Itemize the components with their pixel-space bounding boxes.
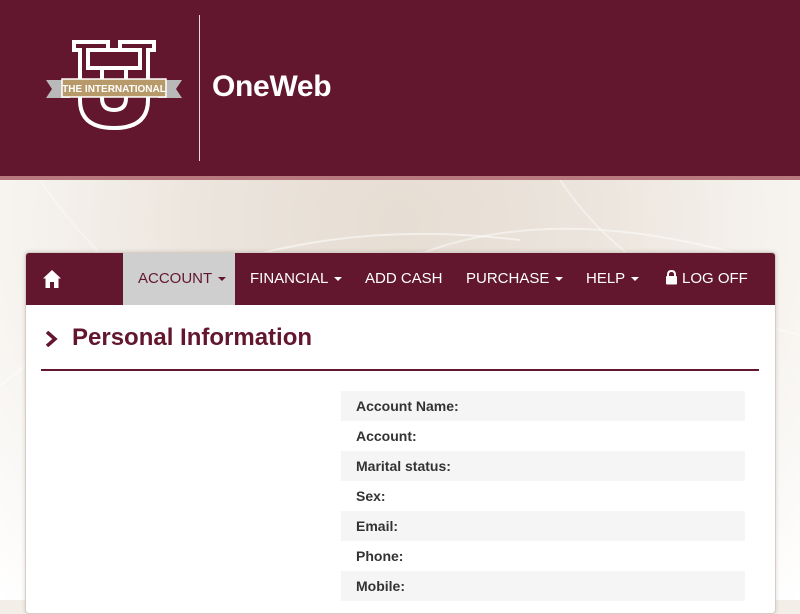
nav-financial-label: FINANCIAL [250, 270, 329, 287]
nav-purchase-label: PURCHASE [466, 270, 550, 287]
chevron-down-icon [218, 277, 227, 282]
header-divider [199, 15, 200, 161]
nav-purchase[interactable]: PURCHASE [466, 253, 564, 305]
main-navbar: ACCOUNT FINANCIAL ADD CASH PURCHASE HELP… [26, 253, 775, 305]
home-icon[interactable] [42, 269, 62, 289]
nav-account-label: ACCOUNT [138, 270, 213, 287]
nav-add-cash[interactable]: ADD CASH [365, 253, 443, 305]
content-panel: ACCOUNT FINANCIAL ADD CASH PURCHASE HELP… [25, 252, 776, 614]
nav-help-label: HELP [586, 270, 626, 287]
logo-text: THE INTERNATIONAL [62, 84, 166, 95]
nav-log-off-label: LOG OFF [682, 270, 748, 287]
chevron-down-icon [631, 277, 640, 282]
site-header: THE INTERNATIONAL OneWeb [0, 0, 800, 180]
field-sex: Sex: [356, 488, 386, 504]
field-account: Account: [356, 428, 417, 444]
lock-icon [666, 270, 677, 285]
field-phone: Phone: [356, 548, 404, 564]
nav-log-off[interactable]: LOG OFF [665, 253, 748, 305]
field-mobile: Mobile: [341, 571, 745, 601]
university-logo[interactable]: THE INTERNATIONAL [44, 38, 184, 132]
nav-help[interactable]: HELP [586, 253, 640, 305]
field-account-name: Account Name: [341, 391, 745, 421]
nav-financial[interactable]: FINANCIAL [250, 253, 343, 305]
nav-add-cash-label: ADD CASH [365, 270, 443, 287]
chevron-down-icon [334, 277, 343, 282]
title-divider [41, 369, 759, 371]
chevron-right-icon [45, 331, 58, 347]
brand-name: OneWeb [212, 70, 332, 103]
field-email: Email: [341, 511, 745, 541]
personal-info-list: Account Name: Account: Marital status: S… [341, 391, 745, 601]
nav-account[interactable]: ACCOUNT [123, 253, 235, 305]
page-title: Personal Information [72, 324, 313, 351]
field-marital-status: Marital status: [341, 451, 745, 481]
chevron-down-icon [555, 277, 564, 282]
